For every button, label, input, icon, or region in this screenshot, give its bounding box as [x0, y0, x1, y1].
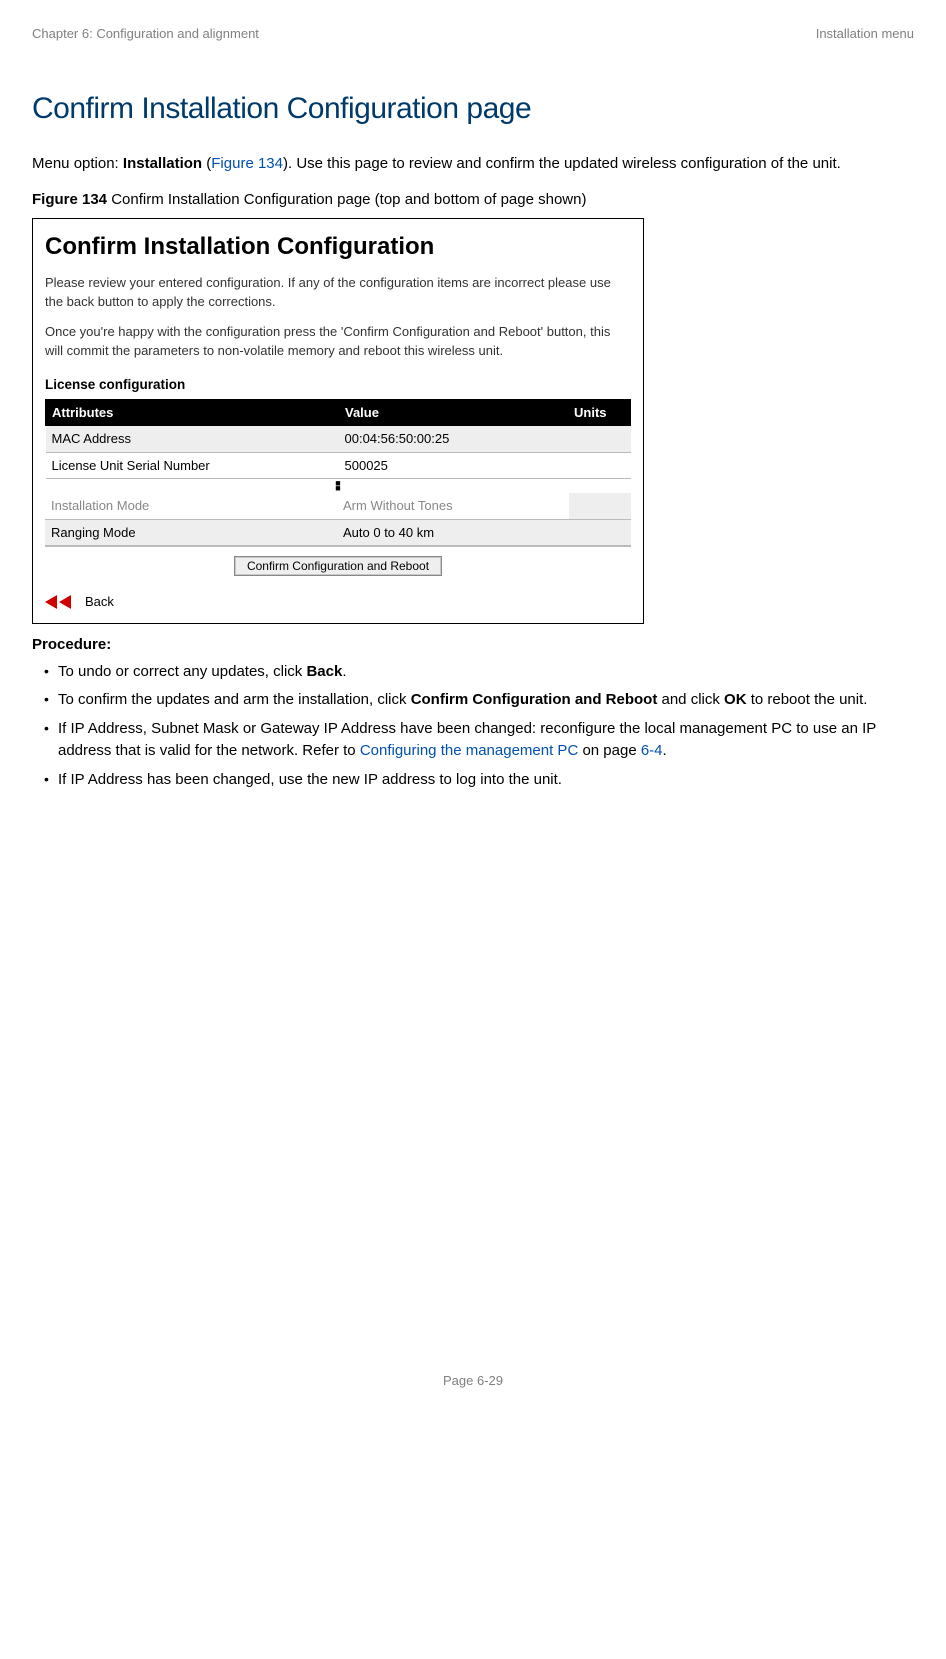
table-row: License Unit Serial Number 500025 — [46, 452, 631, 479]
table-header-row: Attributes Value Units — [46, 399, 631, 426]
table-row: MAC Address 00:04:56:50:00:25 — [46, 426, 631, 453]
config-heading: Confirm Installation Configuration — [45, 229, 631, 265]
list-item: To undo or correct any updates, click Ba… — [36, 661, 914, 684]
cell-val: 00:04:56:50:00:25 — [339, 426, 568, 453]
text: To confirm the updates and arm the insta… — [58, 691, 411, 708]
truncation-indicator: ■■ — [45, 479, 631, 493]
button-row: Confirm Configuration and Reboot — [45, 546, 631, 582]
cell-attr: MAC Address — [46, 426, 339, 453]
list-item: To confirm the updates and arm the insta… — [36, 689, 914, 712]
config-table-top: Attributes Value Units MAC Address 00:04… — [45, 399, 631, 480]
list-item: If IP Address, Subnet Mask or Gateway IP… — [36, 718, 914, 763]
page-footer: Page 6-29 — [32, 1371, 914, 1391]
table-row: Installation Mode Arm Without Tones — [45, 493, 631, 519]
figure-number: Figure 134 — [32, 191, 107, 208]
bold-text: OK — [724, 691, 747, 708]
text: To undo or correct any updates, click — [58, 663, 306, 680]
config-paragraph-1: Please review your entered configuration… — [45, 273, 631, 312]
cell-unit — [568, 426, 631, 453]
col-header-value: Value — [339, 399, 568, 426]
cell-attr: Installation Mode — [45, 493, 337, 519]
confirm-reboot-button[interactable]: Confirm Configuration and Reboot — [234, 556, 442, 576]
cell-val: 500025 — [339, 452, 568, 479]
license-config-label: License configuration — [45, 375, 631, 395]
cell-val: Auto 0 to 40 km — [337, 519, 569, 546]
back-arrow-icon — [45, 595, 75, 609]
figure-description: Confirm Installation Configuration page … — [107, 191, 586, 208]
text: to reboot the unit. — [747, 691, 868, 708]
table-row: Ranging Mode Auto 0 to 40 km — [45, 519, 631, 546]
back-link[interactable]: Back — [45, 592, 631, 612]
cell-attr: License Unit Serial Number — [46, 452, 339, 479]
text: If IP Address has been changed, use the … — [58, 771, 562, 788]
cell-attr: Ranging Mode — [45, 519, 337, 546]
col-header-units: Units — [568, 399, 631, 426]
text: . — [663, 742, 667, 759]
chapter-label: Chapter 6: Configuration and alignment — [32, 24, 259, 44]
section-label: Installation menu — [816, 24, 914, 44]
cell-unit — [568, 452, 631, 479]
figure-container: Confirm Installation Configuration Pleas… — [32, 218, 644, 625]
text: on page — [578, 742, 641, 759]
cell-val: Arm Without Tones — [337, 493, 569, 519]
back-label: Back — [85, 592, 114, 612]
cell-unit — [569, 493, 631, 519]
page-header: Chapter 6: Configuration and alignment I… — [32, 24, 914, 44]
config-table-bottom: Installation Mode Arm Without Tones Rang… — [45, 493, 631, 546]
procedure-list: To undo or correct any updates, click Ba… — [36, 661, 914, 792]
bold-text: Back — [306, 663, 342, 680]
text: . — [342, 663, 346, 680]
intro-paragraph: Menu option: Installation (Figure 134). … — [32, 153, 914, 176]
intro-paren-open: ( — [202, 155, 211, 172]
col-header-attributes: Attributes — [46, 399, 339, 426]
figure-caption: Figure 134 Confirm Installation Configur… — [32, 189, 914, 212]
procedure-heading: Procedure: — [32, 634, 914, 657]
intro-menu-option: Installation — [123, 155, 202, 172]
cell-unit — [569, 519, 631, 546]
page-title: Confirm Installation Configuration page — [32, 86, 914, 131]
config-paragraph-2: Once you're happy with the configuration… — [45, 322, 631, 361]
cross-reference-link[interactable]: Configuring the management PC — [360, 742, 578, 759]
figure-reference-link[interactable]: Figure 134 — [211, 155, 283, 172]
bold-text: Confirm Configuration and Reboot — [411, 691, 658, 708]
intro-prefix: Menu option: — [32, 155, 123, 172]
page-reference-link[interactable]: 6-4 — [641, 742, 663, 759]
text: and click — [657, 691, 724, 708]
list-item: If IP Address has been changed, use the … — [36, 769, 914, 792]
intro-rest: ). Use this page to review and confirm t… — [283, 155, 841, 172]
